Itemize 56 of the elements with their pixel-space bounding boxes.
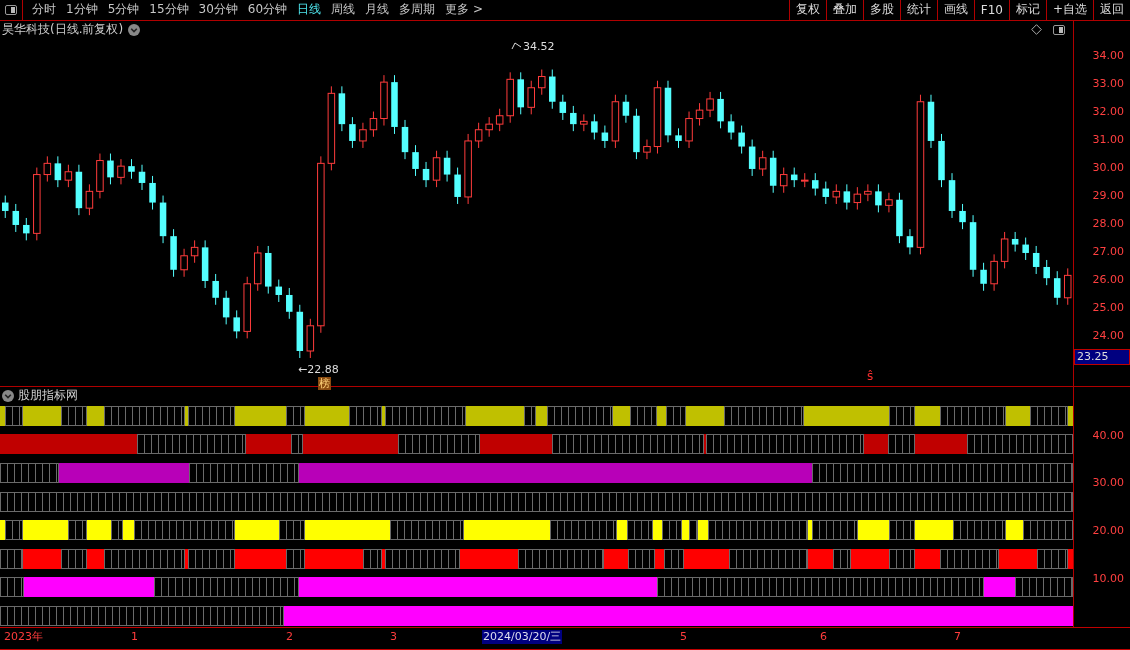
toolbar-button[interactable]: 叠加	[825, 0, 863, 20]
period-tab[interactable]: 分时	[27, 0, 61, 20]
price-tick-label: 25.00	[1092, 300, 1124, 315]
price-tick-label: 28.00	[1092, 216, 1124, 231]
toolbar-button[interactable]: +自选	[1045, 0, 1093, 20]
price-tick-label: 30.00	[1092, 160, 1124, 175]
toolbar-button[interactable]: 返回	[1093, 0, 1130, 20]
price-tick-label: 34.00	[1092, 48, 1124, 63]
dropdown-icon[interactable]	[2, 389, 14, 402]
panel-toggle-icon[interactable]	[5, 4, 17, 15]
period-tab[interactable]: 5分钟	[102, 0, 145, 20]
date-label: 2023年	[3, 630, 44, 645]
toolbar-button[interactable]: F10	[973, 0, 1009, 20]
low-price-label: ←22.88	[298, 362, 339, 376]
toolbar-button[interactable]: 统计	[899, 0, 937, 20]
date-label: 1	[130, 630, 139, 645]
dropdown-icon[interactable]	[128, 23, 141, 36]
leader-line	[511, 42, 522, 50]
indicator-title: 股朋指标网	[18, 387, 78, 405]
date-label: 3	[389, 630, 398, 645]
price-tick-label: 24.00	[1092, 328, 1124, 343]
indicator-tick-label: 20.00	[1092, 524, 1124, 539]
price-tick-label: 32.00	[1092, 104, 1124, 119]
toolbar-button[interactable]: 标记	[1008, 0, 1046, 20]
period-tab[interactable]: 月线	[360, 0, 395, 20]
indicator-tick-label: 10.00	[1092, 571, 1124, 586]
toolbar-button[interactable]: 画线	[936, 0, 974, 20]
date-label: 2024/03/20/三	[482, 630, 563, 645]
date-label: 6	[819, 630, 828, 645]
period-tab[interactable]: 多周期	[394, 0, 441, 20]
toolbar-button[interactable]: 多股	[862, 0, 900, 20]
signal-marker[interactable]: ŝ	[867, 368, 874, 383]
price-tick-label: 26.00	[1092, 272, 1124, 287]
high-price-label: 34.52	[523, 39, 555, 53]
price-tick-label: 27.00	[1092, 244, 1124, 259]
period-tab[interactable]: 周线	[326, 0, 361, 20]
date-label: 2	[285, 630, 294, 645]
price-tick-label: 31.00	[1092, 132, 1124, 147]
indicator-tick-label: 30.00	[1092, 476, 1124, 491]
toolbar-button[interactable]: 复权	[788, 0, 826, 20]
diamond-icon[interactable]	[1031, 24, 1042, 36]
date-label: 5	[679, 630, 688, 645]
price-tick-label: 29.00	[1092, 188, 1124, 203]
chart-title: 昊华科技(日线.前复权)	[2, 21, 124, 39]
period-tab[interactable]: 日线	[292, 0, 327, 20]
period-tab[interactable]: 30分钟	[193, 0, 243, 20]
rank-badge[interactable]: 榜	[318, 376, 331, 390]
period-tab[interactable]: 15分钟	[144, 0, 194, 20]
period-tab[interactable]: 60分钟	[242, 0, 293, 20]
date-label: 7	[953, 630, 962, 645]
panel-toggle-icon[interactable]	[1053, 24, 1065, 35]
price-tick-label: 33.00	[1092, 76, 1124, 91]
current-price-label: 23.25	[1074, 348, 1130, 365]
indicator-tick-label: 40.00	[1092, 428, 1124, 443]
period-tab[interactable]: 1分钟	[61, 0, 103, 20]
period-tab[interactable]: 更多 >	[440, 0, 488, 20]
